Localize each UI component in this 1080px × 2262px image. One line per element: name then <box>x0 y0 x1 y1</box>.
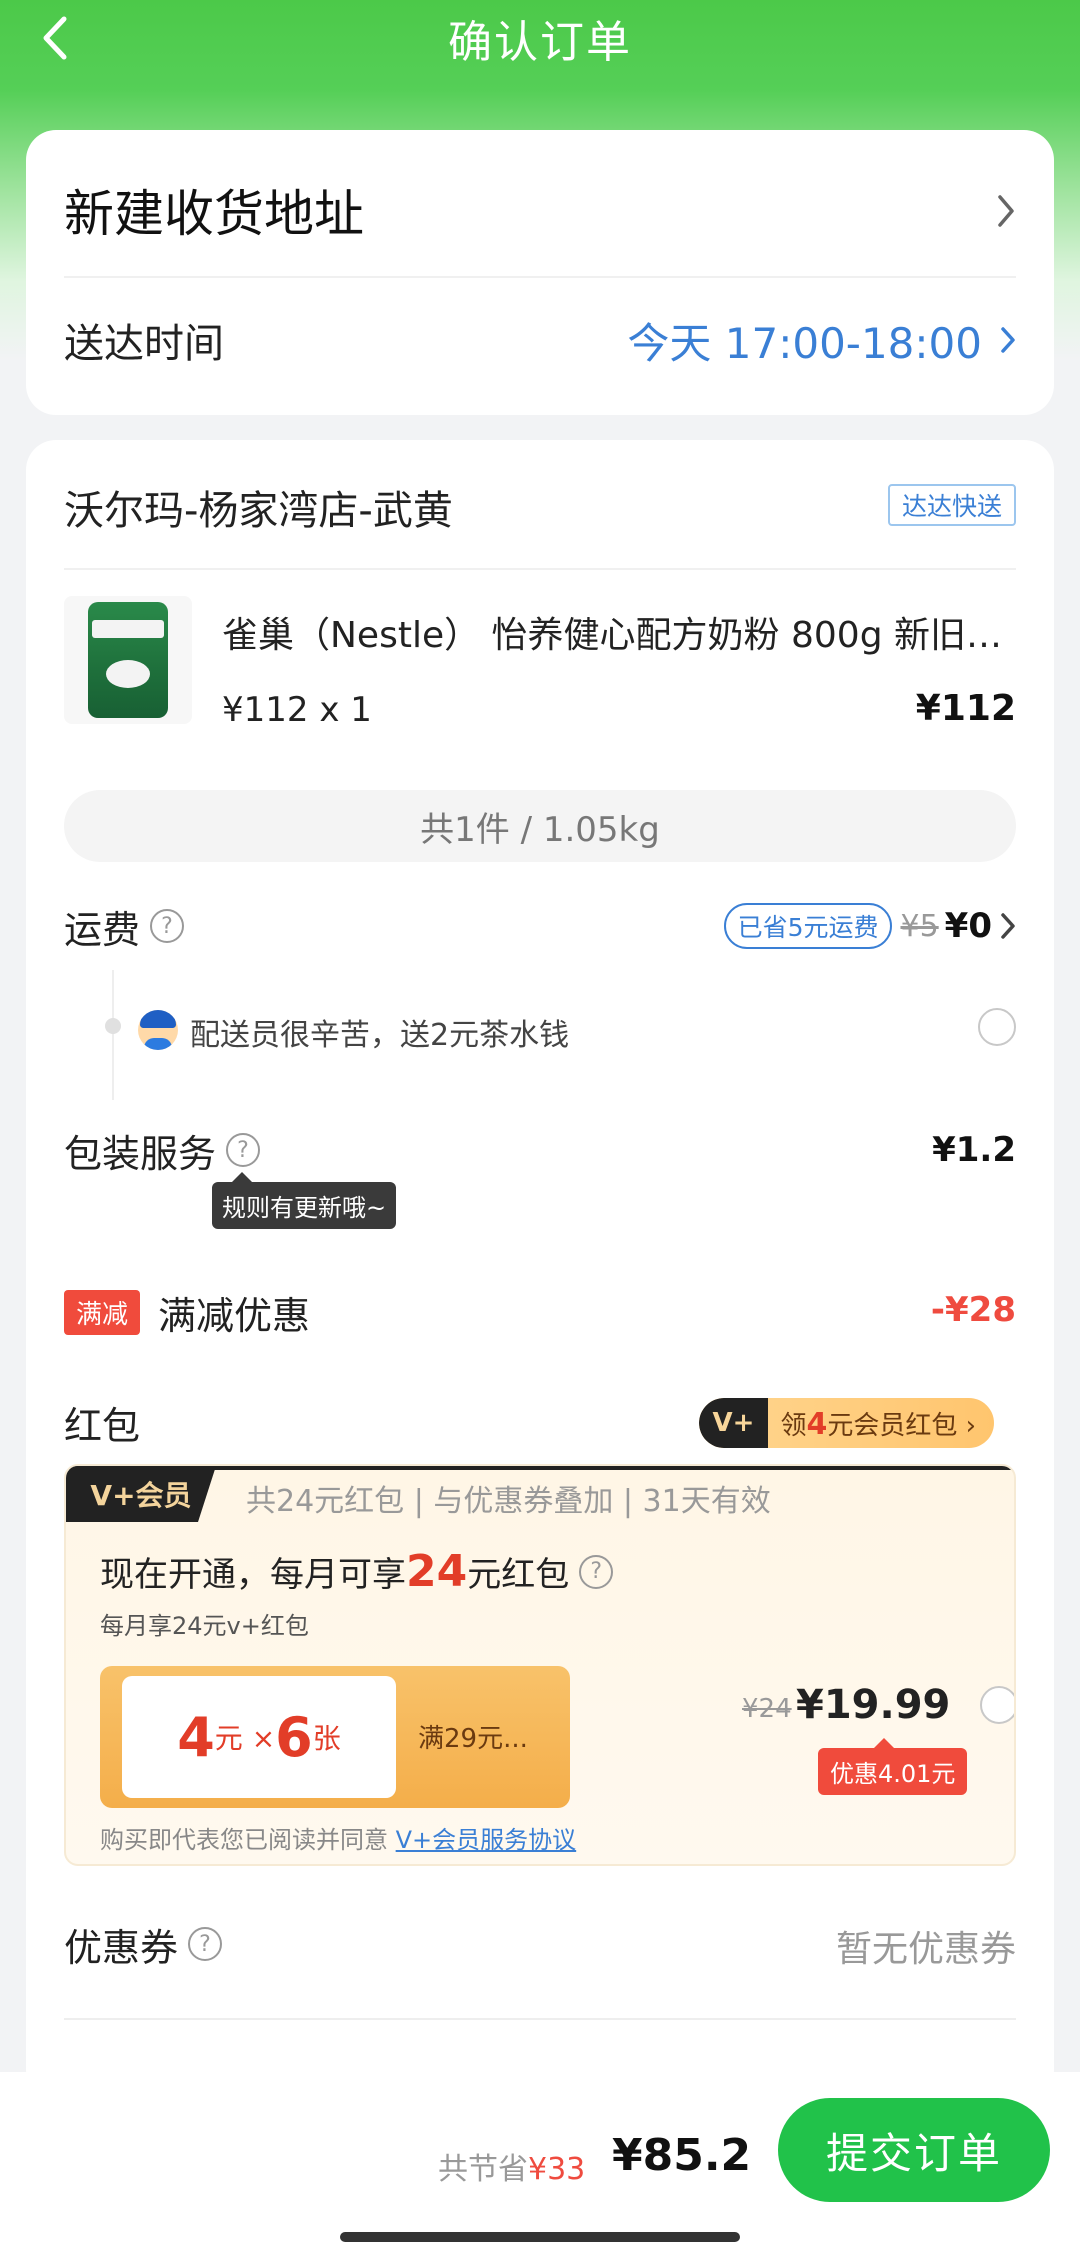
vip-headline-number: 24 <box>406 1546 468 1597</box>
discount-label: 满减优惠 <box>158 1293 311 1338</box>
home-indicator <box>340 2232 740 2242</box>
rules-tooltip[interactable]: 规则有更新哦~ <box>212 1172 397 1229</box>
help-icon[interactable]: ? <box>150 909 185 943</box>
grand-total: ¥85.2 <box>612 2130 752 2181</box>
vip-headline: 现在开通，每月可享 24 元红包 ? <box>100 1546 614 1597</box>
ticket-amount-unit: 元 × <box>214 1722 276 1755</box>
freight-current: ¥0 <box>944 906 992 946</box>
tip-radio[interactable] <box>978 1008 1016 1046</box>
store-name: 沃尔玛-杨家湾店-武黄 <box>64 488 453 534</box>
agreement-prefix: 购买即代表您已阅读并同意 <box>100 1826 396 1854</box>
ticket-amount: 4 <box>177 1705 215 1769</box>
connector-line <box>112 970 114 1100</box>
freight-row: 运费 ? <box>64 900 185 952</box>
total-saved-label: 共节省 <box>438 2152 528 2187</box>
vip-pill-text: 领4元会员红包 › <box>768 1405 994 1442</box>
delivery-badge: 达达快送 <box>887 484 1016 526</box>
vip-price: ¥19.99 <box>796 1682 951 1728</box>
packaging-price: ¥1.2 <box>932 1130 1016 1170</box>
delivery-time-text: 送达时间 <box>64 321 224 367</box>
new-address-label: 新建收货地址 <box>64 185 364 243</box>
packaging-row: 包装服务 ? <box>64 1124 261 1176</box>
product-image[interactable] <box>64 596 192 724</box>
vip-membership-card: V+会员 共24元红包 | 与优惠券叠加 | 31天有效 现在开通，每月可享 2… <box>64 1464 1016 1866</box>
header: 确认订单 <box>0 0 1080 70</box>
discount-row: 满减 满减优惠 <box>64 1286 310 1338</box>
ticket-count-unit: 张 <box>312 1722 341 1755</box>
delivery-time-value: 今天 17:00-18:00 <box>627 318 982 368</box>
courier-avatar <box>138 1010 178 1050</box>
discount-amount: -¥28 <box>930 1290 1016 1330</box>
connector-dot <box>105 1018 121 1034</box>
vip-headline-pre: 现在开通，每月可享 <box>100 1555 406 1595</box>
vip-radio[interactable] <box>980 1686 1014 1724</box>
help-icon[interactable]: ? <box>188 1927 223 1961</box>
red-packet-label: 红包 <box>64 1403 141 1448</box>
ticket-count: 6 <box>275 1705 313 1769</box>
agreement-link[interactable]: V+会员服务协议 <box>396 1826 577 1854</box>
vip-description: 共24元红包 | 与优惠券叠加 | 31天有效 <box>246 1484 771 1519</box>
agreement-text: 购买即代表您已阅读并同意 V+会员服务协议 <box>100 1820 576 1855</box>
freight-label: 运费 <box>64 907 141 952</box>
checkout-bar: 共节省¥33 ¥85.2 提交订单 <box>0 2072 1080 2262</box>
freight-original: ¥5 <box>900 908 939 944</box>
packaging-label: 包装服务 <box>64 1131 217 1176</box>
coupon-label: 优惠券 <box>64 1925 179 1970</box>
freight-detail[interactable]: 已省5元运费 ¥5 ¥0 <box>723 900 1016 952</box>
help-icon[interactable]: ? <box>226 1133 261 1167</box>
order-card: 沃尔玛-杨家湾店-武黄 达达快送 雀巢（Nestle） 怡养健心配方奶粉 800… <box>26 440 1054 2100</box>
discount-tag: 满减 <box>64 1289 141 1335</box>
coupon-row[interactable]: 优惠券 ? <box>64 1918 223 1970</box>
red-packet-row: 红包 <box>64 1396 140 1448</box>
freight-saved-badge: 已省5元运费 <box>723 903 893 949</box>
chevron-right-icon <box>1001 913 1015 939</box>
vip-headline-post: 元红包 <box>467 1555 570 1595</box>
divider <box>64 2018 1016 2020</box>
help-icon[interactable]: ? <box>579 1554 614 1589</box>
product-unit-price: ¥112 x 1 <box>222 690 372 730</box>
submit-order-button[interactable]: 提交订单 <box>778 2098 1050 2202</box>
page-title: 确认订单 <box>448 17 632 68</box>
divider <box>64 568 1016 570</box>
delivery-time-selector[interactable]: 今天 17:00-18:00 <box>627 310 1016 370</box>
coupon-ticket: 4 元 × 6 张 满29元... <box>100 1666 570 1808</box>
coupon-value: 暂无优惠券 <box>835 1929 1016 1970</box>
ticket-condition: 满29元... <box>418 1724 528 1754</box>
chevron-right-icon <box>1001 327 1015 353</box>
order-summary: 共1件 / 1.05kg <box>64 790 1016 862</box>
ticket-value: 4 元 × 6 张 <box>122 1676 396 1798</box>
product-name[interactable]: 雀巢（Nestle） 怡养健心配方奶粉 800g 新旧包装随机发货 <box>222 606 1016 658</box>
milk-powder-can-icon <box>88 602 168 718</box>
vip-original-price: ¥24 <box>742 1694 792 1724</box>
total-saved-amount: ¥33 <box>528 2152 586 2187</box>
vip-subtitle: 每月享24元v+红包 <box>100 1612 309 1640</box>
vip-pill-prefix: 领 <box>780 1410 807 1441</box>
vip-red-packet-button[interactable]: V+ 领4元会员红包 › <box>698 1398 994 1448</box>
address-card: 新建收货地址 送达时间 今天 17:00-18:00 <box>26 130 1054 415</box>
vip-pill-suffix: 元会员红包 › <box>827 1410 976 1441</box>
vip-tag: V+ <box>698 1398 769 1448</box>
vip-pill-number: 4 <box>806 1406 828 1442</box>
tip-text: 配送员很辛苦，送2元茶水钱 <box>190 1018 570 1053</box>
chevron-right-icon <box>998 195 1014 227</box>
product-total: ¥112 <box>915 688 1016 729</box>
vip-save-badge: 优惠4.01元 <box>818 1738 968 1795</box>
divider <box>64 276 1016 278</box>
total-saved: 共节省¥33 <box>438 2144 585 2188</box>
vip-member-label: V+会员 <box>66 1466 216 1522</box>
new-address-row[interactable]: 新建收货地址 <box>64 170 1016 250</box>
